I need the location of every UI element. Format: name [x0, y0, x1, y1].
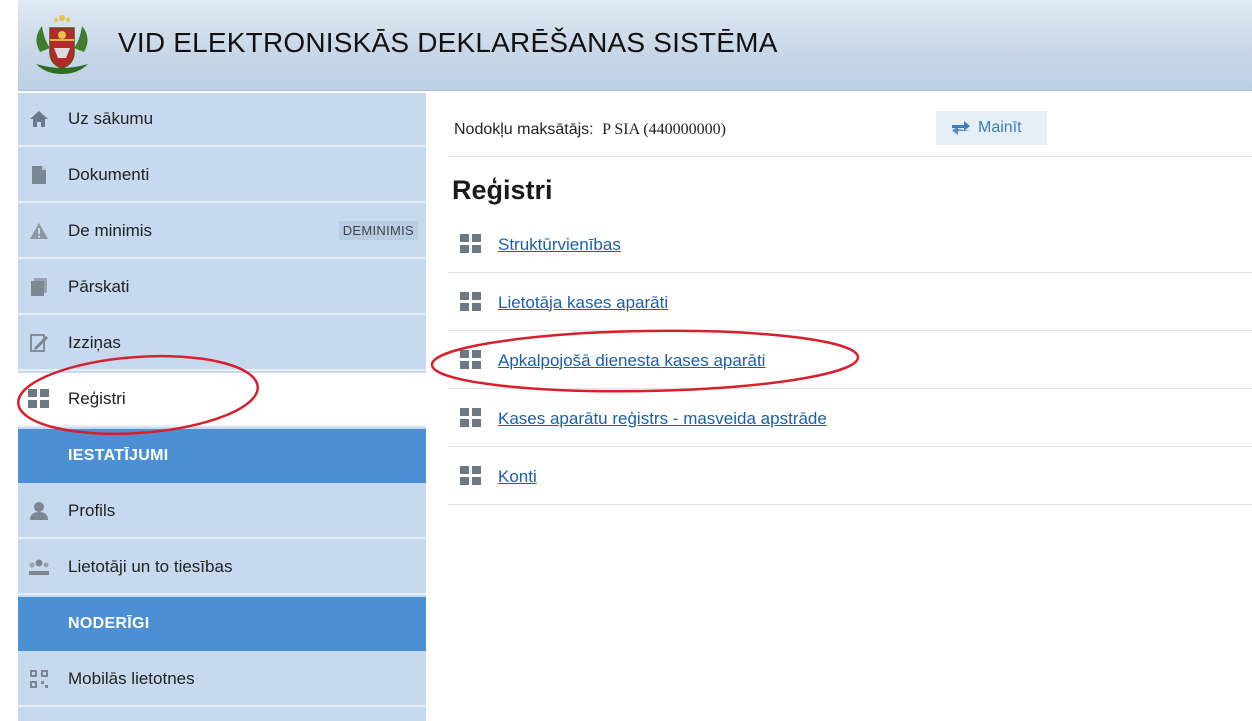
registry-link-service-cash-registers[interactable]: Apkalpojošā dienesta kases aparāti: [498, 351, 765, 371]
main-content: Nodokļu maksātājs: P SIA (440000000) Mai…: [428, 93, 1252, 721]
sidebar-item-label: Pārskati: [68, 277, 130, 296]
home-icon: [28, 108, 50, 130]
sidebar-section-settings: IESTATĪJUMI: [18, 429, 426, 483]
grid-icon: [460, 291, 482, 314]
sidebar-item-label: Profils: [68, 501, 116, 520]
sidebar-item-profile[interactable]: Profils: [18, 485, 426, 539]
sidebar: Uz sākumu Dokumenti De minimis DEMINIMIS…: [18, 93, 426, 721]
sidebar-item-label: Uz sākumu: [68, 109, 154, 128]
swap-arrows-icon: [950, 120, 972, 136]
sidebar-item-label: Mobilās lietotnes: [68, 669, 195, 688]
sidebar-section-useful: NODERĪGI: [18, 597, 426, 651]
registry-link-user-cash-registers[interactable]: Lietotāja kases aparāti: [498, 293, 668, 313]
users-icon: [28, 556, 50, 578]
coat-of-arms-logo: [30, 8, 94, 82]
registry-link-accounts[interactable]: Konti: [498, 467, 537, 487]
registry-link-structural-units[interactable]: Struktūrvienības: [498, 235, 621, 255]
registry-row: Apkalpojošā dienesta kases aparāti: [448, 333, 1252, 389]
sidebar-item-mobile-apps[interactable]: Mobilās lietotnes: [18, 653, 426, 707]
sidebar-item-label: Dokumenti: [68, 165, 150, 184]
user-icon: [28, 500, 50, 522]
registry-row: Kases aparātu reģistrs - masveida apstrā…: [448, 391, 1252, 447]
sidebar-item-label: Lietotāji un to tiesības: [68, 557, 233, 576]
sidebar-item-label: Reģistri: [68, 389, 126, 408]
divider: [448, 156, 1252, 157]
sidebar-item-de-minimis[interactable]: De minimis DEMINIMIS: [18, 205, 426, 259]
grid-icon: [460, 349, 482, 372]
grid-icon: [460, 407, 482, 430]
grid-icon: [28, 388, 50, 410]
grid-icon: [460, 233, 482, 256]
sidebar-item-documents[interactable]: Dokumenti: [18, 149, 426, 203]
certificate-icon: [28, 332, 50, 354]
sidebar-item-reports[interactable]: Pārskati: [18, 261, 426, 315]
sidebar-item-users-rights[interactable]: Lietotāji un to tiesības: [18, 541, 426, 595]
registry-row: Konti: [448, 449, 1252, 505]
taxpayer-value: P SIA (440000000): [602, 121, 726, 138]
registry-link-bulk-processing[interactable]: Kases aparātu reģistrs - masveida apstrā…: [498, 409, 827, 429]
sidebar-item-certificates[interactable]: Izziņas: [18, 317, 426, 371]
sidebar-item-registries[interactable]: Reģistri: [18, 373, 426, 427]
deminimis-badge: DEMINIMIS: [338, 221, 418, 240]
grid-icon: [460, 465, 482, 488]
page-title: Reģistri: [452, 175, 553, 205]
app-header: VID ELEKTRONISKĀS DEKLARĒŠANAS SISTĒMA: [18, 0, 1252, 91]
registry-row: Struktūrvienības: [448, 217, 1252, 273]
document-icon: [28, 164, 50, 186]
sidebar-item-label: De minimis: [68, 221, 153, 240]
app-title: VID ELEKTRONISKĀS DEKLARĒŠANAS SISTĒMA: [118, 27, 778, 58]
registry-row: Lietotāja kases aparāti: [448, 275, 1252, 331]
warning-icon: [28, 220, 50, 242]
sidebar-item-label: Izziņas: [68, 333, 121, 352]
reports-icon: [28, 276, 50, 298]
change-taxpayer-button[interactable]: Mainīt: [936, 111, 1047, 145]
taxpayer-info: Nodokļu maksātājs: P SIA (440000000): [454, 121, 726, 139]
qr-code-icon: [28, 668, 50, 690]
change-button-label: Mainīt: [978, 119, 1022, 136]
sidebar-item-home[interactable]: Uz sākumu: [18, 93, 426, 147]
taxpayer-label: Nodokļu maksātājs:: [454, 121, 594, 138]
